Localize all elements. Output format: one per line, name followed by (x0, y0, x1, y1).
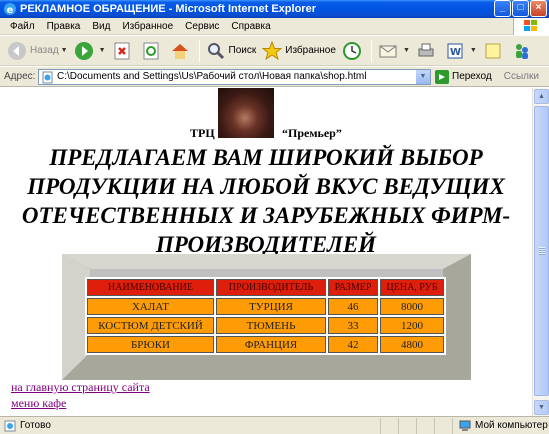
minimize-button[interactable]: _ (494, 0, 511, 17)
menu-tools[interactable]: Сервис (179, 21, 225, 32)
toolbar-separator (198, 39, 200, 62)
cafe-menu-link[interactable]: меню кафе (11, 396, 66, 411)
table-cell: ТУРЦИЯ (216, 298, 326, 315)
note-icon (485, 43, 501, 58)
column-header: РАЗМЕР (328, 279, 378, 296)
messenger-icon (515, 43, 528, 59)
history-icon (342, 41, 361, 60)
refresh-button[interactable] (138, 38, 167, 64)
forward-arrow-icon (74, 41, 93, 60)
svg-text:e: e (7, 5, 14, 16)
messenger-button[interactable] (509, 38, 538, 64)
table-row: БРЮКИ ФРАНЦИЯ 42 4800 (87, 336, 444, 353)
computer-icon (459, 420, 471, 431)
price-table: НАИМЕНОВАНИЕ ПРОИЗВОДИТЕЛЬ РАЗМЕР ЦЕНА, … (85, 277, 446, 355)
mail-button[interactable]: ▼ (375, 38, 413, 64)
menu-view[interactable]: Вид (86, 21, 116, 32)
svg-text:W: W (450, 47, 461, 58)
stop-button[interactable] (109, 38, 138, 64)
menu-bar: Файл Правка Вид Избранное Сервис Справка (0, 18, 549, 35)
trc-label: ТРЦ (190, 126, 215, 140)
home-button[interactable] (167, 38, 196, 64)
premier-label: “Премьер” (282, 126, 342, 140)
window-title: РЕКЛАМНОЕ ОБРАЩЕНИЕ - Microsoft Internet… (20, 3, 316, 15)
table-cell: КОСТЮМ ДЕТСКИЙ (87, 317, 214, 334)
store-photo (218, 88, 274, 138)
table-cell: БРЮКИ (87, 336, 214, 353)
table-cell: 42 (328, 336, 378, 353)
scroll-up-button[interactable]: ▲ (534, 89, 549, 104)
table-cell: 1200 (380, 317, 444, 334)
table-cell: 46 (328, 298, 378, 315)
edit-button[interactable]: W ▼ (442, 38, 480, 64)
scroll-thumb[interactable] (534, 106, 549, 396)
table-row: ХАЛАТ ТУРЦИЯ 46 8000 (87, 298, 444, 315)
word-icon: W (447, 43, 463, 58)
address-label: Адрес: (4, 71, 36, 82)
status-text: Готово (20, 420, 51, 431)
toolbar-separator (370, 39, 372, 62)
table-row: КОСТЮМ ДЕТСКИЙ ТЮМЕНЬ 33 1200 (87, 317, 444, 334)
table-cell: 4800 (380, 336, 444, 353)
star-icon (262, 40, 283, 60)
menu-file[interactable]: Файл (4, 21, 41, 32)
printer-icon (418, 43, 434, 56)
page-icon (42, 71, 53, 83)
address-input[interactable]: C:\Documents and Settings\Us\Рабочий сто… (38, 68, 431, 85)
column-header: ЦЕНА, РУБ (380, 279, 444, 296)
page-done-icon (4, 420, 16, 431)
go-button[interactable]: Переход (435, 69, 492, 84)
ie-icon: e (4, 3, 16, 16)
security-zone: Мой компьютер (452, 417, 549, 434)
scroll-down-button[interactable]: ▼ (534, 400, 549, 415)
address-value: C:\Documents and Settings\Us\Рабочий сто… (57, 71, 367, 82)
home-icon (171, 43, 188, 59)
print-button[interactable] (413, 38, 442, 64)
table-header-row: НАИМЕНОВАНИЕ ПРОИЗВОДИТЕЛЬ РАЗМЕР ЦЕНА, … (87, 279, 444, 296)
address-dropdown[interactable]: ▼ (415, 69, 430, 84)
vertical-scrollbar[interactable]: ▲ ▼ (532, 88, 549, 416)
toolbar: Назад ▼ ▼ Поиск Избранное ▼ W ▼ (0, 36, 549, 66)
back-button[interactable]: Назад ▼ (4, 38, 71, 64)
table-cell: 33 (328, 317, 378, 334)
back-arrow-icon (8, 41, 26, 60)
close-button[interactable]: × (530, 0, 547, 17)
home-page-link[interactable]: на главную страницу сайта (11, 380, 150, 395)
menu-favorites[interactable]: Избранное (116, 21, 179, 32)
go-arrow-icon (435, 69, 449, 84)
search-button[interactable]: Поиск (203, 38, 260, 64)
address-bar: Адрес: C:\Documents and Settings\Us\Рабо… (0, 67, 549, 87)
windows-logo (513, 18, 549, 35)
search-icon (207, 42, 224, 59)
menu-edit[interactable]: Правка (41, 21, 87, 32)
mail-icon (379, 45, 397, 57)
stop-icon (114, 42, 130, 59)
refresh-icon (143, 42, 159, 59)
title-bar: e РЕКЛАМНОЕ ОБРАЩЕНИЕ - Microsoft Intern… (0, 0, 549, 18)
table-cell: ФРАНЦИЯ (216, 336, 326, 353)
page-content: ТРЦ “Премьер” ПРЕДЛАГАЕМ ВАМ ШИРОКИЙ ВЫБ… (0, 88, 532, 416)
column-header: НАИМЕНОВАНИЕ (87, 279, 214, 296)
favorites-button[interactable]: Избранное (259, 38, 339, 64)
menu-help[interactable]: Справка (225, 21, 276, 32)
table-cell: ХАЛАТ (87, 298, 214, 315)
column-header: ПРОИЗВОДИТЕЛЬ (216, 279, 326, 296)
links-button[interactable]: Ссылки (504, 71, 539, 82)
headline: ПРЕДЛАГАЕМ ВАМ ШИРОКИЙ ВЫБОР ПРОДУКЦИИ Н… (21, 145, 511, 257)
status-bar: Готово Мой компьютер (0, 416, 549, 434)
history-button[interactable] (339, 38, 368, 64)
maximize-button[interactable]: □ (512, 0, 529, 17)
discuss-button[interactable] (480, 38, 509, 64)
table-cell: 8000 (380, 298, 444, 315)
table-cell: ТЮМЕНЬ (216, 317, 326, 334)
forward-button[interactable]: ▼ (71, 38, 109, 64)
